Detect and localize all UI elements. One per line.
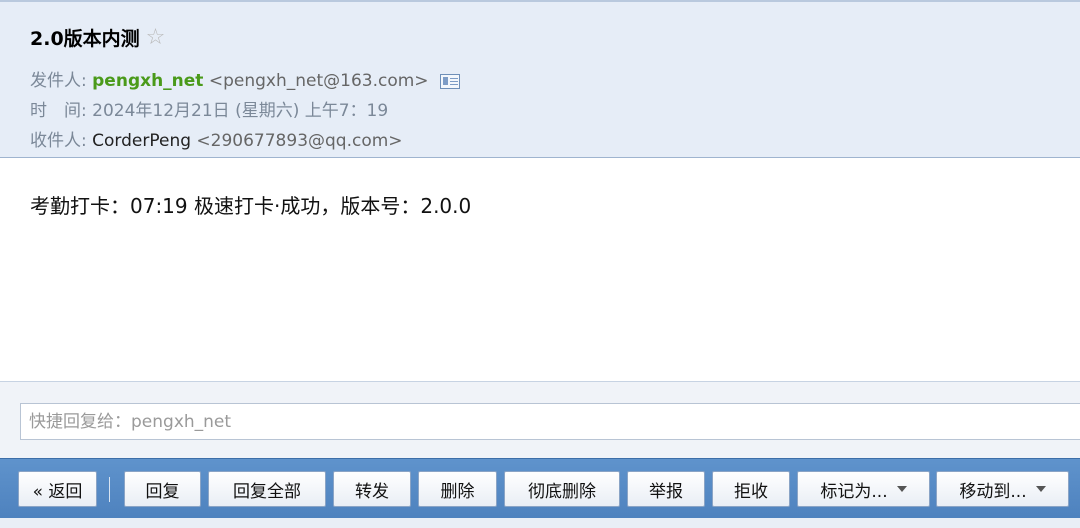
mail-subject: 2.0版本内测 ☆ xyxy=(30,24,165,51)
toolbar-divider xyxy=(109,477,110,502)
delete-permanently-button[interactable]: 彻底删除 xyxy=(504,471,620,507)
reply-button[interactable]: 回复 xyxy=(124,471,201,507)
time-label: 时 间: xyxy=(30,101,87,121)
time-value: 2024年12月21日 (星期六) 上午7：19 xyxy=(92,101,389,121)
recipient-name[interactable]: CorderPeng xyxy=(92,131,191,151)
chevron-down-icon xyxy=(896,486,907,492)
forward-button[interactable]: 转发 xyxy=(333,471,411,507)
chevron-down-icon xyxy=(1035,486,1046,492)
time-row: 时 间: 2024年12月21日 (星期六) 上午7：19 xyxy=(30,96,388,121)
from-label: 发件人: xyxy=(30,71,87,91)
report-button[interactable]: 举报 xyxy=(627,471,705,507)
move-to-dropdown[interactable]: 移动到... xyxy=(936,471,1069,507)
back-button[interactable]: « 返回 xyxy=(18,471,97,507)
recipient-email: <290677893@qq.com> xyxy=(196,131,403,151)
quick-reply-area xyxy=(0,381,1080,458)
delete-button[interactable]: 删除 xyxy=(418,471,497,507)
reply-all-button[interactable]: 回复全部 xyxy=(208,471,326,507)
to-row: 收件人: CorderPeng <290677893@qq.com> xyxy=(30,126,403,151)
mark-as-dropdown[interactable]: 标记为... xyxy=(797,471,930,507)
contact-card-icon[interactable] xyxy=(439,73,460,89)
bottom-strip xyxy=(0,518,1080,528)
sender-name[interactable]: pengxh_net xyxy=(92,71,203,91)
mail-body: 考勤打卡：07:19 极速打卡·成功，版本号：2.0.0 xyxy=(30,194,472,218)
move-to-label: 移动到... xyxy=(959,481,1027,502)
to-label: 收件人: xyxy=(30,131,87,151)
reject-button[interactable]: 拒收 xyxy=(712,471,790,507)
quick-reply-input[interactable] xyxy=(20,403,1080,440)
sender-email: <pengxh_net@163.com> xyxy=(208,71,429,91)
mark-as-label: 标记为... xyxy=(820,481,888,502)
mail-header: 2.0版本内测 ☆ 发件人: pengxh_net <pengxh_net@16… xyxy=(0,0,1080,158)
subject-text: 2.0版本内测 xyxy=(30,28,140,50)
from-row: 发件人: pengxh_net <pengxh_net@163.com> xyxy=(30,66,460,91)
star-icon[interactable]: ☆ xyxy=(146,25,166,50)
